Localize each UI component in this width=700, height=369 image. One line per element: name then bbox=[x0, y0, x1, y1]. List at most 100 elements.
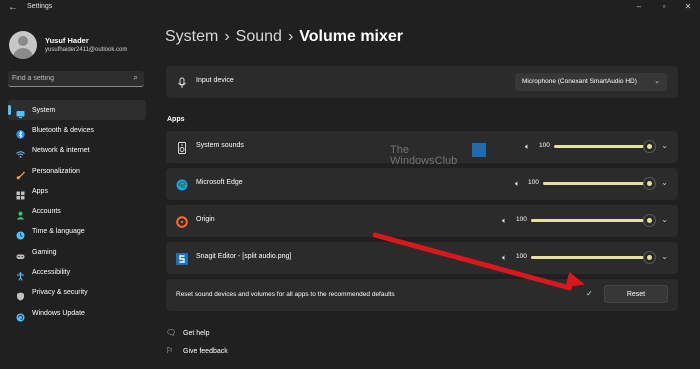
volume-icon[interactable]: 🔈︎ bbox=[502, 253, 507, 263]
window-title: Settings bbox=[27, 3, 53, 10]
get-help-label: Get help bbox=[183, 330, 210, 337]
volume-slider-thumb[interactable] bbox=[643, 178, 655, 189]
reset-row: Reset sound devices and volumes for all … bbox=[166, 279, 678, 311]
volume-slider[interactable] bbox=[543, 182, 649, 185]
watermark-line2: WindowsClub bbox=[390, 155, 458, 167]
app-name: System sounds bbox=[196, 142, 244, 149]
search-box[interactable]: ⌕ bbox=[8, 71, 144, 87]
sidebar-item-apps[interactable]: Apps bbox=[8, 181, 146, 201]
chevron-down-icon[interactable]: ⌄ bbox=[661, 252, 668, 261]
close-icon[interactable]: ✕ bbox=[682, 2, 694, 11]
volume-value: 100 bbox=[516, 253, 527, 260]
shield-icon bbox=[16, 288, 25, 301]
volume-value: 100 bbox=[539, 142, 550, 149]
speaker-icon bbox=[176, 141, 188, 154]
sidebar-item-label: Apps bbox=[32, 187, 48, 195]
person-icon bbox=[16, 207, 25, 220]
wifi-icon bbox=[16, 146, 25, 159]
search-icon[interactable]: ⌕ bbox=[134, 73, 138, 83]
checkmark-icon: ✓ bbox=[586, 289, 593, 298]
avatar-head bbox=[18, 36, 28, 46]
breadcrumb: System › Sound › Volume mixer bbox=[165, 28, 403, 46]
sidebar-nav: System Bluetooth & devices Network & int… bbox=[8, 100, 146, 323]
sidebar-item-label: System bbox=[32, 106, 56, 114]
search-input[interactable] bbox=[12, 73, 122, 84]
sidebar-item-accounts[interactable]: Accounts bbox=[8, 201, 146, 221]
watermark-logo-icon bbox=[472, 143, 486, 157]
user-name: Yusuf Hader bbox=[45, 36, 89, 45]
input-device-label: Input device bbox=[196, 77, 234, 84]
sidebar-item-label: Time & language bbox=[32, 228, 85, 236]
chevron-down-icon[interactable]: ⌄ bbox=[661, 141, 668, 150]
bluetooth-icon bbox=[16, 126, 25, 139]
volume-slider-thumb[interactable] bbox=[643, 215, 655, 226]
app-name: Snagit Editor - [split audio.png] bbox=[196, 253, 292, 260]
volume-slider[interactable] bbox=[531, 219, 649, 222]
update-icon bbox=[16, 309, 25, 322]
sidebar-item-privacy[interactable]: Privacy & security bbox=[8, 283, 146, 303]
avatar-body bbox=[13, 48, 33, 59]
sidebar-item-label: Windows Update bbox=[32, 309, 85, 317]
volume-slider[interactable] bbox=[531, 256, 649, 259]
sidebar-item-label: Personalization bbox=[32, 167, 80, 175]
reset-description: Reset sound devices and volumes for all … bbox=[176, 291, 395, 298]
reset-button[interactable]: Reset bbox=[604, 285, 668, 303]
sidebar-item-label: Network & internet bbox=[32, 147, 90, 155]
avatar[interactable] bbox=[9, 31, 37, 59]
volume-icon[interactable]: 🔈︎ bbox=[515, 179, 520, 189]
sidebar-item-personalization[interactable]: Personalization bbox=[8, 161, 146, 181]
controller-icon bbox=[16, 248, 25, 259]
app-row-origin: Origin 🔈︎ 100 ⌄ bbox=[166, 205, 678, 237]
sidebar-item-time-language[interactable]: Time & language bbox=[8, 222, 146, 242]
origin-icon bbox=[176, 215, 188, 228]
give-feedback-link[interactable]: ⚐ Give feedback bbox=[166, 346, 228, 355]
get-help-link[interactable]: 🗨︎ Get help bbox=[166, 328, 209, 337]
sidebar-item-system[interactable]: System bbox=[8, 100, 146, 121]
snagit-icon bbox=[176, 252, 188, 265]
sidebar-item-windows-update[interactable]: Windows Update bbox=[8, 303, 146, 323]
sidebar-item-bluetooth[interactable]: Bluetooth & devices bbox=[8, 120, 146, 140]
edge-icon bbox=[176, 178, 188, 191]
breadcrumb-separator: › bbox=[224, 28, 230, 45]
sidebar-item-network[interactable]: Network & internet bbox=[8, 141, 146, 161]
sidebar-item-label: Accessibility bbox=[32, 269, 71, 277]
feedback-icon: ⚐ bbox=[166, 346, 174, 355]
microphone-icon bbox=[176, 76, 188, 88]
chevron-down-icon: ⌄ bbox=[654, 78, 660, 85]
sidebar-item-label: Privacy & security bbox=[32, 289, 88, 297]
app-name: Origin bbox=[196, 216, 215, 223]
sidebar-item-label: Accounts bbox=[32, 208, 61, 216]
breadcrumb-system[interactable]: System bbox=[165, 28, 218, 45]
app-name: Microsoft Edge bbox=[196, 179, 243, 186]
volume-slider-thumb[interactable] bbox=[643, 141, 655, 152]
sidebar-item-gaming[interactable]: Gaming bbox=[8, 242, 146, 262]
breadcrumb-separator: › bbox=[287, 28, 294, 45]
monitor-icon bbox=[16, 106, 25, 118]
give-feedback-label: Give feedback bbox=[183, 348, 228, 355]
input-device-select[interactable]: Microphone (Conexant SmartAudio HD) ⌄ bbox=[515, 73, 667, 91]
minimize-icon[interactable]: – bbox=[633, 2, 645, 11]
volume-icon[interactable]: 🔈︎ bbox=[525, 142, 530, 152]
apps-icon bbox=[16, 187, 25, 200]
volume-value: 100 bbox=[528, 179, 539, 186]
volume-value: 100 bbox=[516, 216, 527, 223]
sidebar-item-accessibility[interactable]: Accessibility bbox=[8, 262, 146, 282]
apps-section-title: Apps bbox=[167, 116, 185, 123]
maximize-icon[interactable]: ▫ bbox=[658, 2, 670, 11]
back-arrow-icon[interactable]: ← bbox=[8, 2, 18, 13]
chevron-down-icon[interactable]: ⌄ bbox=[661, 215, 668, 224]
sidebar-item-label: Bluetooth & devices bbox=[32, 126, 94, 134]
page-title: Volume mixer bbox=[299, 28, 404, 45]
accessibility-icon bbox=[16, 268, 25, 281]
chevron-down-icon[interactable]: ⌄ bbox=[661, 178, 668, 187]
input-device-card: Input device Microphone (Conexant SmartA… bbox=[166, 66, 678, 98]
volume-icon[interactable]: 🔈︎ bbox=[502, 216, 507, 226]
breadcrumb-sound[interactable]: Sound bbox=[236, 28, 282, 45]
watermark: The WindowsClub bbox=[390, 143, 486, 167]
volume-slider-thumb[interactable] bbox=[643, 252, 655, 263]
input-device-value: Microphone (Conexant SmartAudio HD) bbox=[522, 78, 637, 85]
app-row-microsoft-edge: Microsoft Edge 🔈︎ 100 ⌄ bbox=[166, 168, 678, 200]
brush-icon bbox=[16, 167, 26, 179]
help-icon: 🗨︎ bbox=[166, 328, 177, 337]
volume-slider[interactable] bbox=[554, 145, 649, 148]
